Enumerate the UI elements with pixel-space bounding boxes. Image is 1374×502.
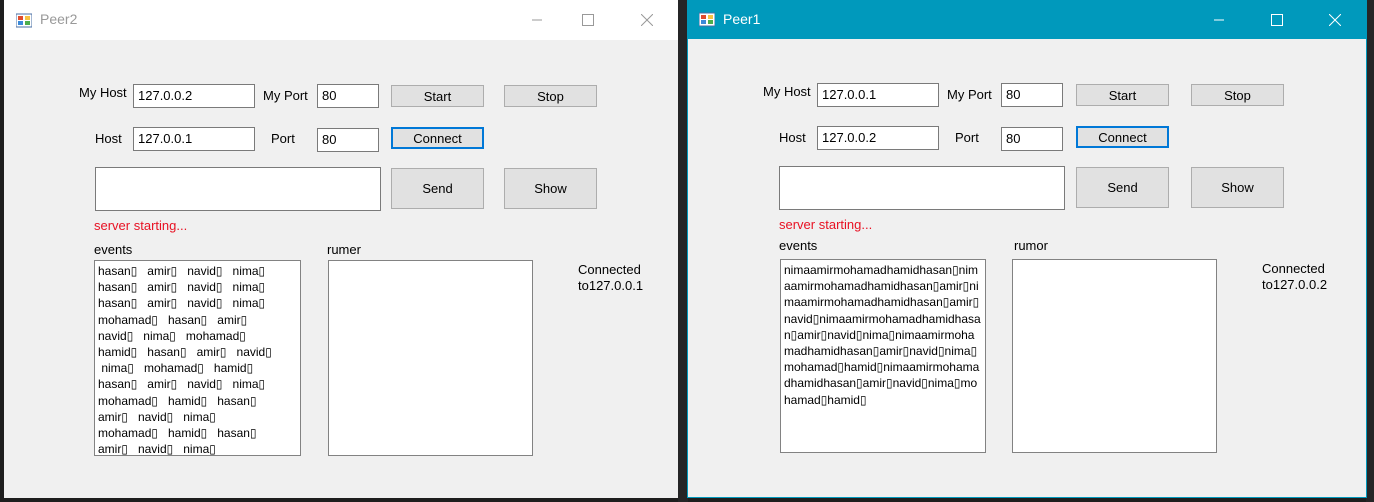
- connected-line1: Connected: [1262, 261, 1325, 276]
- stop-button[interactable]: Stop: [1191, 84, 1284, 106]
- close-button[interactable]: [1312, 1, 1358, 39]
- send-button[interactable]: Send: [391, 168, 484, 209]
- events-list[interactable]: nimaamirmohamadhamidhasan▯nimaamirmohama…: [780, 259, 986, 453]
- list-item: mohamad▯ hamid▯ hasan▯: [98, 393, 257, 408]
- port-input[interactable]: 80: [317, 128, 379, 152]
- app-icon: [699, 12, 715, 27]
- host-input[interactable]: 127.0.0.2: [817, 126, 939, 150]
- show-button[interactable]: Show: [1191, 167, 1284, 208]
- host-label: Host: [779, 130, 806, 145]
- minimize-button[interactable]: [514, 0, 560, 40]
- events-label: events: [94, 242, 133, 257]
- my-port-label: My Port: [263, 88, 308, 103]
- host-label: Host: [95, 131, 122, 146]
- maximize-button[interactable]: [565, 0, 611, 40]
- connect-button[interactable]: Connect: [391, 127, 484, 149]
- my-host-input[interactable]: 127.0.0.2: [133, 84, 255, 108]
- list-item: hasan▯ amir▯ navid▯ nima▯: [98, 296, 266, 311]
- list-item: amir▯ navid▯ nima▯: [98, 442, 216, 456]
- events-label: events: [779, 238, 818, 253]
- maximize-button[interactable]: [1254, 1, 1300, 39]
- close-icon: [1329, 14, 1341, 26]
- maximize-icon: [1271, 14, 1283, 26]
- connected-line2: to127.0.0.1: [578, 278, 644, 293]
- peer1-titlebar[interactable]: Peer1: [688, 1, 1366, 39]
- connected-line1: Connected: [578, 262, 641, 277]
- app-icon: [16, 13, 32, 28]
- my-host-input[interactable]: 127.0.0.1: [817, 83, 939, 107]
- background-editor-strip-right: [1366, 0, 1374, 502]
- port-input[interactable]: 80: [1001, 127, 1063, 151]
- list-item: hasan▯ amir▯ navid▯ nima▯: [98, 377, 266, 392]
- list-item: amir▯ navid▯ nima▯: [98, 409, 216, 424]
- message-input[interactable]: [95, 167, 381, 211]
- message-input[interactable]: [779, 166, 1065, 210]
- port-label: Port: [271, 131, 295, 146]
- close-icon: [641, 14, 653, 26]
- connected-line2: to127.0.0.2: [1262, 277, 1328, 292]
- rumor-list[interactable]: [328, 260, 533, 456]
- maximize-icon: [582, 14, 594, 26]
- list-item: hamid▯ hasan▯ amir▯ navid▯: [98, 345, 272, 360]
- host-input[interactable]: 127.0.0.1: [133, 127, 255, 151]
- my-port-input[interactable]: 80: [317, 84, 379, 108]
- port-label: Port: [955, 130, 979, 145]
- connected-status: Connected to127.0.0.2: [1262, 261, 1327, 293]
- my-host-label: My Host: [79, 85, 127, 100]
- connected-status: Connected to127.0.0.1: [578, 262, 643, 294]
- minimize-icon: [532, 19, 542, 21]
- show-button[interactable]: Show: [504, 168, 597, 209]
- peer1-window: Peer1 My Host 127.0.0.1 My Port 80 Start…: [687, 0, 1367, 498]
- connect-button[interactable]: Connect: [1076, 126, 1169, 148]
- list-item: nima▯ mohamad▯ hamid▯: [98, 361, 254, 376]
- status-text: server starting...: [94, 218, 188, 233]
- status-text: server starting...: [779, 217, 873, 232]
- rumor-label: rumer: [327, 242, 361, 257]
- minimize-icon: [1214, 19, 1224, 21]
- window-title: Peer1: [723, 11, 761, 27]
- send-button[interactable]: Send: [1076, 167, 1169, 208]
- rumor-list[interactable]: [1012, 259, 1217, 453]
- rumor-label: rumor: [1014, 238, 1048, 253]
- list-item: navid▯ nima▯ mohamad▯: [98, 328, 246, 343]
- my-port-label: My Port: [947, 87, 992, 102]
- start-button[interactable]: Start: [1076, 84, 1169, 106]
- events-list[interactable]: hasan▯ amir▯ navid▯ nima▯ hasan▯ amir▯ na…: [94, 260, 301, 456]
- my-port-input[interactable]: 80: [1001, 83, 1063, 107]
- list-item: hasan▯ amir▯ navid▯ nima▯: [98, 264, 266, 278]
- minimize-button[interactable]: [1196, 1, 1242, 39]
- list-item: hasan▯ amir▯ navid▯ nima▯: [98, 280, 266, 295]
- start-button[interactable]: Start: [391, 85, 484, 107]
- close-button[interactable]: [624, 0, 670, 40]
- my-host-label: My Host: [763, 84, 811, 99]
- window-title: Peer2: [40, 11, 78, 27]
- peer2-window: Peer2 My Host 127.0.0.2 My Port 80 Start…: [4, 0, 678, 498]
- list-item: mohamad▯ hamid▯ hasan▯: [98, 426, 257, 441]
- peer2-titlebar[interactable]: Peer2: [4, 0, 678, 40]
- list-item: mohamad▯ hasan▯ amir▯: [98, 312, 248, 327]
- stop-button[interactable]: Stop: [504, 85, 597, 107]
